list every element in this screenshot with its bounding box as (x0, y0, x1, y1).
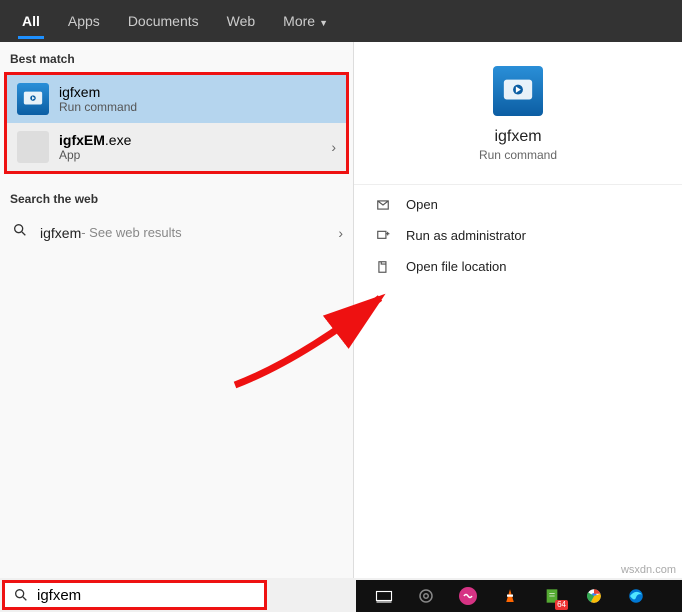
intel-graphics-icon (17, 83, 49, 115)
action-open[interactable]: Open (354, 189, 682, 220)
taskbar-app-notes[interactable]: 64 (532, 580, 572, 612)
chevron-down-icon: ▼ (319, 18, 328, 28)
search-icon (13, 587, 29, 603)
result-title: igfxEM.exe (59, 132, 131, 148)
taskbar: 64 (356, 580, 682, 612)
taskbar-app-vlc[interactable] (490, 580, 530, 612)
blank-app-icon (17, 131, 49, 163)
filter-tabs: All Apps Documents Web More▼ (0, 0, 682, 42)
tab-all[interactable]: All (8, 3, 54, 39)
task-view-button[interactable] (364, 580, 404, 612)
result-subtitle: App (59, 148, 131, 162)
preview-subtitle: Run command (354, 148, 682, 162)
preview-panel: igfxem Run command Open Run as administr… (354, 42, 682, 578)
action-label: Open file location (406, 259, 506, 274)
action-open-location[interactable]: Open file location (354, 251, 682, 282)
chevron-right-icon: › (331, 139, 336, 155)
taskbar-app-chrome[interactable] (574, 580, 614, 612)
badge-count: 64 (555, 600, 568, 610)
intel-graphics-icon (493, 66, 543, 116)
action-label: Open (406, 197, 438, 212)
tab-more[interactable]: More▼ (269, 3, 342, 39)
taskbar-app-edge[interactable] (616, 580, 656, 612)
web-suffix: - See web results (81, 225, 181, 240)
search-input[interactable] (37, 587, 256, 604)
web-term: igfxem (40, 225, 81, 241)
web-search-row[interactable]: igfxem - See web results › (0, 212, 353, 253)
action-label: Run as administrator (406, 228, 526, 243)
tab-apps[interactable]: Apps (54, 3, 114, 39)
action-run-admin[interactable]: Run as administrator (354, 220, 682, 251)
chevron-right-icon: › (338, 225, 343, 241)
taskbar-app-pink[interactable] (448, 580, 488, 612)
preview-title: igfxem (354, 128, 682, 146)
section-best-match: Best match (0, 42, 353, 72)
result-subtitle: Run command (59, 100, 137, 114)
section-search-web: Search the web (0, 182, 353, 212)
result-igfxem-command[interactable]: igfxem Run command (7, 75, 346, 123)
search-icon (12, 222, 30, 243)
result-title: igfxem (59, 84, 137, 100)
tab-documents[interactable]: Documents (114, 3, 213, 39)
folder-icon (374, 260, 392, 274)
taskbar-app-spiral[interactable] (406, 580, 446, 612)
result-igfxem-exe[interactable]: igfxEM.exe App › (7, 123, 346, 171)
results-panel: Best match igfxem Run command igfxEM.exe… (0, 42, 354, 578)
tab-web[interactable]: Web (213, 3, 270, 39)
shield-icon (374, 229, 392, 243)
watermark: wsxdn.com (621, 564, 676, 576)
search-box[interactable] (2, 580, 267, 610)
open-icon (374, 198, 392, 212)
divider (354, 184, 682, 185)
best-match-group: igfxem Run command igfxEM.exe App › (4, 72, 349, 174)
